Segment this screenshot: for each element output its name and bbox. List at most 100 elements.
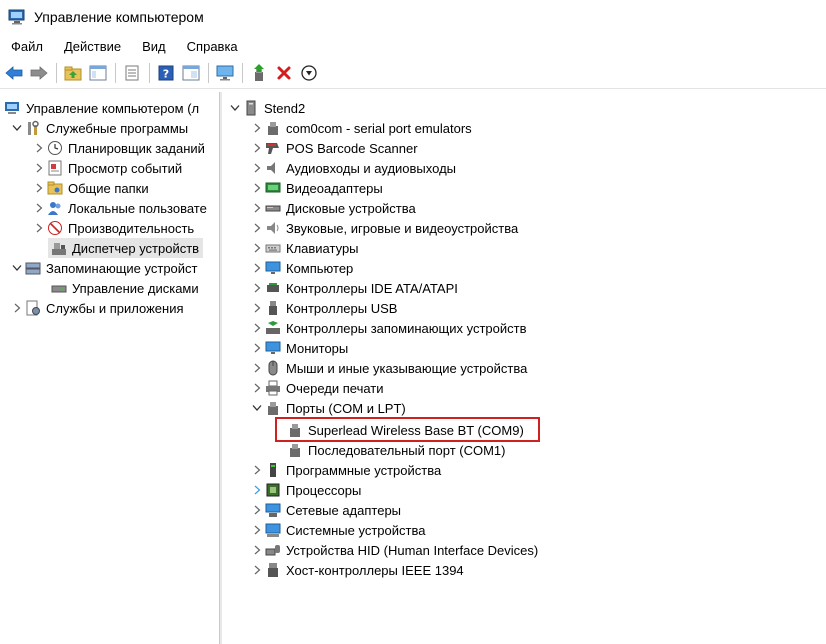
device-category[interactable]: Компьютер <box>250 258 353 278</box>
device-category[interactable]: Видеоадаптеры <box>250 178 383 198</box>
device-category[interactable]: Контроллеры запоминающих устройств <box>250 318 526 338</box>
help-icon[interactable]: ? <box>156 63 176 83</box>
tree-item-device-manager[interactable]: Диспетчер устройств <box>48 238 204 258</box>
chevron-right-icon[interactable] <box>250 540 264 560</box>
chevron-down-icon[interactable] <box>10 258 24 278</box>
chevron-right-icon[interactable] <box>250 460 264 480</box>
device-serial-com1[interactable]: Последовательный порт (COM1) <box>286 440 505 460</box>
chevron-right-icon[interactable] <box>10 298 24 318</box>
device-tree-root[interactable]: Stend2 <box>228 98 305 118</box>
menu-file[interactable]: Файл <box>0 39 53 54</box>
clock-icon <box>46 139 64 157</box>
chevron-right-icon[interactable] <box>250 158 264 178</box>
up-folder-icon[interactable] <box>63 63 83 83</box>
tree-item-services[interactable]: Службы и приложения <box>10 298 184 318</box>
forward-icon[interactable] <box>29 63 49 83</box>
chevron-right-icon[interactable] <box>250 138 264 158</box>
tree-item-label: Локальные пользовате <box>68 200 207 216</box>
chevron-right-icon[interactable] <box>250 178 264 198</box>
tree-item-event-viewer[interactable]: Просмотр событий <box>32 158 182 178</box>
device-category-label: Компьютер <box>286 260 354 276</box>
uninstall-icon[interactable] <box>274 63 294 83</box>
device-category-label: Программные устройства <box>286 462 442 478</box>
update-driver-icon[interactable] <box>249 63 269 83</box>
chevron-right-icon[interactable] <box>250 520 264 540</box>
chevron-right-icon[interactable] <box>250 338 264 358</box>
chevron-right-icon[interactable] <box>250 298 264 318</box>
chevron-right-icon[interactable] <box>250 218 264 238</box>
device-category[interactable]: Дисковые устройства <box>250 198 416 218</box>
device-category[interactable]: Клавиатуры <box>250 238 359 258</box>
chevron-right-icon[interactable] <box>250 118 264 138</box>
ieee1394-icon <box>264 561 282 579</box>
properties-icon[interactable] <box>181 63 201 83</box>
tree-root[interactable]: Управление компьютером (л <box>4 98 199 118</box>
device-category[interactable]: Контроллеры USB <box>250 298 397 318</box>
chevron-right-icon[interactable] <box>250 378 264 398</box>
chevron-right-icon[interactable] <box>250 278 264 298</box>
chevron-right-icon[interactable] <box>250 358 264 378</box>
back-icon[interactable] <box>4 63 24 83</box>
chevron-right-icon[interactable] <box>250 238 264 258</box>
device-category[interactable]: Сетевые адаптеры <box>250 500 401 520</box>
device-category-label: Мыши и иные указывающие устройства <box>286 360 528 376</box>
chevron-right-icon[interactable] <box>32 218 46 238</box>
chevron-down-icon[interactable] <box>10 118 24 138</box>
chevron-down-icon[interactable] <box>228 98 242 118</box>
menu-view[interactable]: Вид <box>131 39 176 54</box>
device-manager-icon <box>50 239 68 257</box>
port-icon <box>286 441 304 459</box>
device-category[interactable]: Процессоры <box>250 480 361 500</box>
device-category[interactable]: Мониторы <box>250 338 348 358</box>
device-category[interactable]: Очереди печати <box>250 378 384 398</box>
device-category[interactable]: Аудиовходы и аудиовыходы <box>250 158 456 178</box>
device-category[interactable]: Системные устройства <box>250 520 425 540</box>
device-category-ports[interactable]: Порты (COM и LPT) <box>250 398 406 418</box>
tree-item-system-tools[interactable]: Служебные программы <box>10 118 188 138</box>
device-category[interactable]: Мыши и иные указывающие устройства <box>250 358 527 378</box>
device-category-label: Системные устройства <box>286 522 426 538</box>
device-category[interactable]: Контроллеры IDE ATA/ATAPI <box>250 278 458 298</box>
device-category-label: Мониторы <box>286 340 349 356</box>
chevron-right-icon[interactable] <box>32 198 46 218</box>
device-category-label: Клавиатуры <box>286 240 359 256</box>
device-category[interactable]: POS Barcode Scanner <box>250 138 418 158</box>
device-category[interactable]: com0com - serial port emulators <box>250 118 472 138</box>
chevron-right-icon[interactable] <box>32 178 46 198</box>
chevron-right-icon[interactable] <box>250 198 264 218</box>
tree-item-label: Запоминающие устройст <box>46 260 198 276</box>
chevron-right-icon[interactable] <box>32 138 46 158</box>
device-category[interactable]: Хост-контроллеры IEEE 1394 <box>250 560 464 580</box>
device-category-label: Контроллеры IDE ATA/ATAPI <box>286 280 458 296</box>
disable-icon[interactable] <box>299 63 319 83</box>
show-tree-icon[interactable] <box>88 63 108 83</box>
mouse-icon <box>264 359 282 377</box>
console-tree: Управление компьютером (л Служебные прог… <box>0 92 218 644</box>
device-tree: Stend2 com0com - serial port emulators P… <box>222 92 826 644</box>
chevron-right-icon[interactable] <box>32 158 46 178</box>
chevron-right-icon[interactable] <box>250 480 264 500</box>
tree-item-disk-management[interactable]: Управление дисками <box>48 278 199 298</box>
chevron-right-icon[interactable] <box>250 560 264 580</box>
tree-item-task-scheduler[interactable]: Планировщик заданий <box>32 138 205 158</box>
svg-text:?: ? <box>163 68 169 81</box>
device-tree-root-label: Stend2 <box>264 100 306 116</box>
chevron-right-icon[interactable] <box>250 258 264 278</box>
chevron-down-icon[interactable] <box>250 398 264 418</box>
device-category[interactable]: Устройства HID (Human Interface Devices) <box>250 540 538 560</box>
tree-root-label: Управление компьютером (л <box>26 100 200 116</box>
usb-icon <box>264 299 282 317</box>
menu-action[interactable]: Действие <box>53 39 131 54</box>
chevron-right-icon[interactable] <box>250 500 264 520</box>
tree-item-performance[interactable]: Производительность <box>32 218 194 238</box>
menu-help[interactable]: Справка <box>176 39 248 54</box>
export-list-icon[interactable] <box>122 63 142 83</box>
tree-item-shared-folders[interactable]: Общие папки <box>32 178 149 198</box>
device-category[interactable]: Программные устройства <box>250 460 441 480</box>
tree-item-storage[interactable]: Запоминающие устройст <box>10 258 198 278</box>
performance-icon <box>46 219 64 237</box>
device-category[interactable]: Звуковые, игровые и видеоустройства <box>250 218 518 238</box>
tree-item-local-users[interactable]: Локальные пользовате <box>32 198 207 218</box>
chevron-right-icon[interactable] <box>250 318 264 338</box>
monitor-icon[interactable] <box>215 63 235 83</box>
